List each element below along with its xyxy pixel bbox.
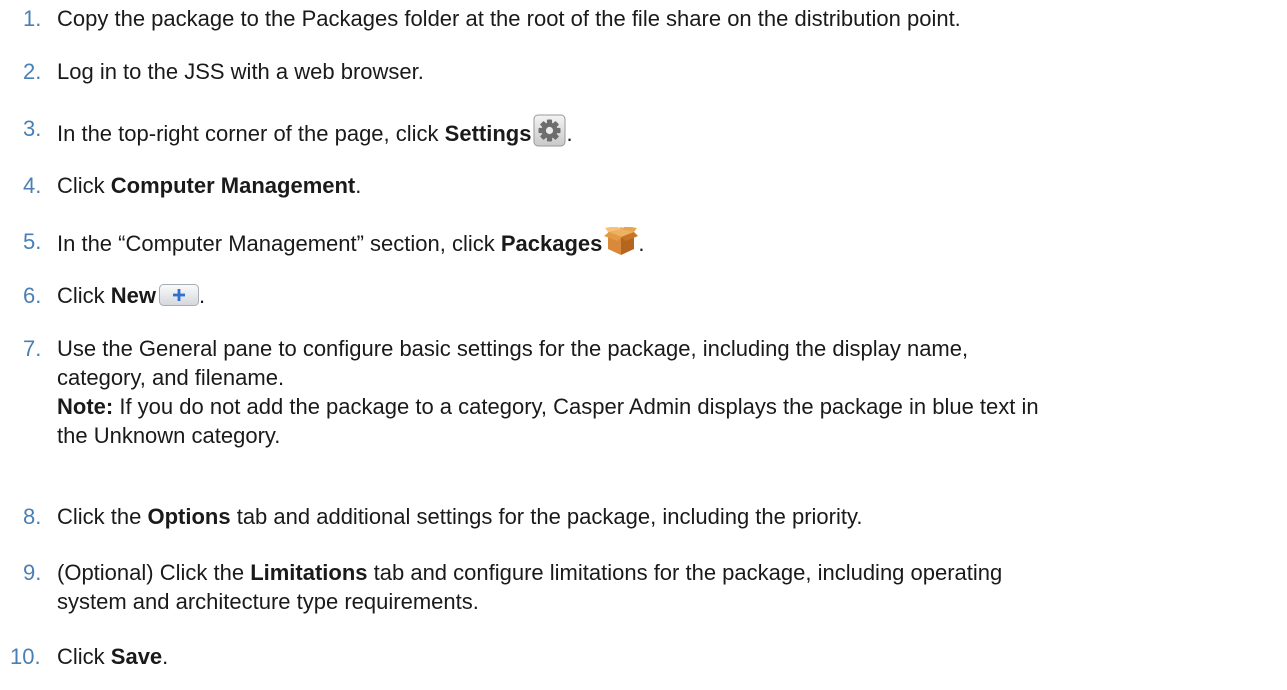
step-text-after: tab and additional settings for the pack…	[230, 504, 863, 529]
step-text: Click Computer Management.	[57, 171, 361, 200]
settings-label: Settings	[444, 121, 532, 146]
step-text-before: In the “Computer Management” section, cl…	[57, 231, 501, 256]
step-text-before: Click	[57, 173, 111, 198]
step-text-before: Click the	[57, 504, 148, 529]
step-text-before: (Optional) Click the	[57, 560, 251, 585]
step-text: (Optional) Click the Limitations tab and…	[57, 558, 1002, 616]
step-text-before: Click	[57, 283, 111, 308]
packages-label: Packages	[500, 231, 603, 256]
options-label: Options	[147, 504, 231, 529]
step-number: 4.	[23, 173, 42, 198]
step-number: 9.	[23, 560, 42, 585]
step-number: 1.	[23, 6, 42, 31]
step-note: Note: If you do not add the package to a…	[57, 392, 1039, 421]
computer-management-label: Computer Management	[110, 173, 356, 198]
step-text-after: .	[355, 173, 362, 198]
step-text: In the “Computer Management” section, cl…	[57, 226, 645, 258]
step-text-after: .	[566, 121, 573, 146]
step-number: 6.	[23, 283, 42, 308]
step-text-after: .	[199, 283, 206, 308]
step-text-before: In the top-right corner of the page, cli…	[57, 121, 445, 146]
step-text-after: .	[638, 231, 645, 256]
step-number: 8.	[23, 504, 42, 529]
step-text-line: category, and filename.	[57, 365, 285, 390]
note-label: Note:	[57, 394, 114, 419]
package-icon	[604, 226, 639, 257]
step-note-continued: the Unknown category.	[57, 423, 281, 448]
limitations-label: Limitations	[250, 560, 368, 585]
step-number: 5.	[23, 229, 42, 254]
step-text-line: Use the General pane to configure basic …	[57, 336, 969, 361]
step-text: Click Save.	[57, 642, 168, 671]
step-text: Log in to the JSS with a web browser.	[57, 59, 424, 84]
step-text-after: .	[162, 644, 169, 669]
note-text: If you do not add the package to a categ…	[113, 394, 1039, 419]
step-number: 3.	[23, 116, 42, 141]
step-number: 10.	[10, 644, 41, 669]
step-number: 2.	[23, 59, 42, 84]
step-text-line: system and architecture type requirement…	[57, 589, 479, 614]
plus-button-icon	[159, 284, 200, 306]
step-text: In the top-right corner of the page, cli…	[57, 114, 573, 148]
new-label: New	[110, 283, 157, 308]
step-text: Use the General pane to configure basic …	[57, 334, 1039, 450]
save-label: Save	[110, 644, 163, 669]
step-text-line: (Optional) Click the Limitations tab and…	[57, 558, 1002, 587]
step-text: Click New .	[57, 281, 205, 310]
step-text-after: tab and configure limitations for the pa…	[367, 560, 1003, 585]
gear-icon	[533, 114, 566, 147]
step-text: Click the Options tab and additional set…	[57, 502, 862, 531]
step-text: Copy the package to the Packages folder …	[57, 6, 961, 31]
instruction-steps: 1. Copy the package to the Packages fold…	[0, 0, 1287, 690]
step-text-before: Click	[57, 644, 111, 669]
step-number: 7.	[23, 336, 42, 361]
